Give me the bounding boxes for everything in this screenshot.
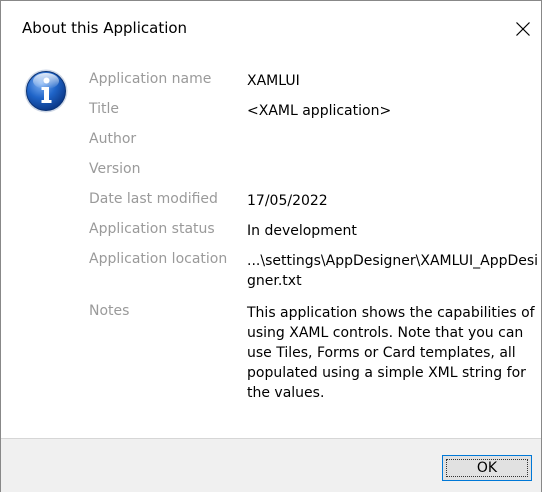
title-value: <XAML application>	[247, 103, 392, 119]
date-last-modified-label: Date last modified	[89, 191, 218, 207]
application-location-label: Application location	[89, 251, 228, 267]
notes-label: Notes	[89, 303, 130, 319]
notes-value: This application shows the capabilities …	[247, 305, 535, 401]
author-label: Author	[89, 131, 137, 147]
close-icon	[516, 22, 530, 36]
version-label: Version	[89, 161, 141, 177]
date-last-modified-value: 17/05/2022	[247, 193, 328, 209]
title-bar[interactable]: About this Application	[1, 1, 541, 59]
button-bar: OK	[1, 438, 541, 492]
ok-button[interactable]: OK	[442, 455, 532, 481]
application-name-label: Application name	[89, 71, 212, 87]
application-status-value: In development	[247, 223, 357, 239]
ok-button-label: OK	[476, 460, 498, 476]
info-icon	[24, 69, 68, 113]
application-status-label: Application status	[89, 221, 215, 237]
title-label: Title	[89, 101, 120, 117]
close-button[interactable]	[507, 13, 539, 45]
about-dialog: About this Application Application name …	[0, 0, 542, 492]
application-name-value: XAMLUI	[247, 73, 300, 89]
application-location-value: ...\settings\AppDesigner\XAMLUI_AppDesig…	[247, 253, 539, 289]
dialog-title: About this Application	[22, 19, 188, 37]
